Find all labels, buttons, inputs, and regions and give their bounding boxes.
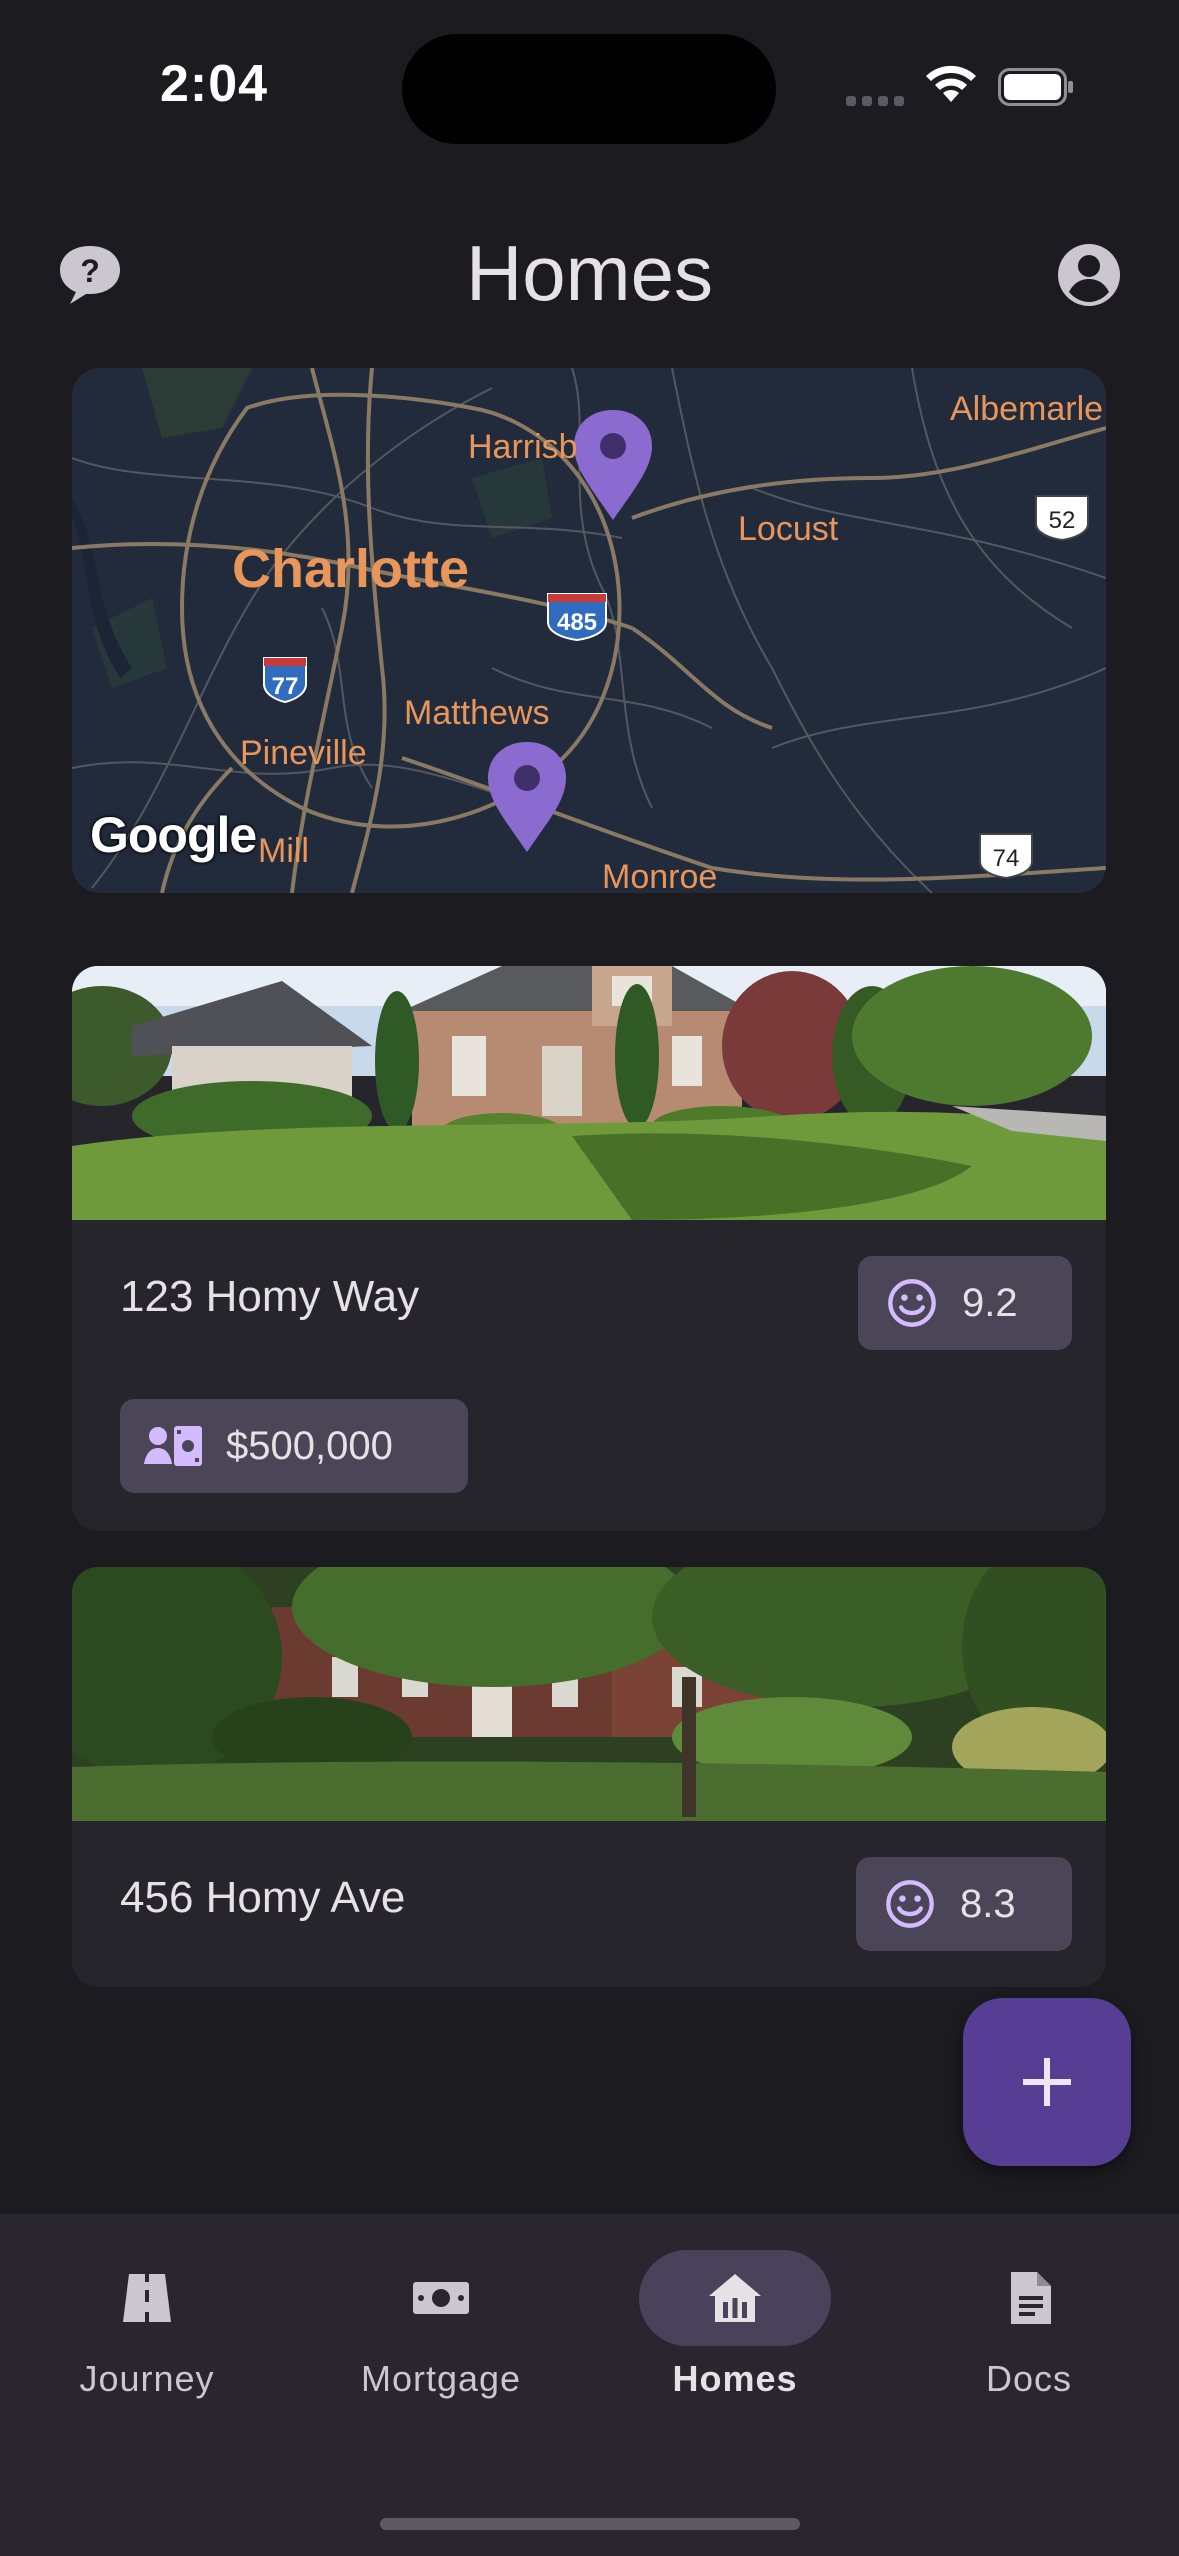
bottom-navigation: Journey Mortgage Homes Docs	[0, 2214, 1179, 2556]
map-label-locust: Locust	[738, 510, 839, 548]
smiley-icon	[888, 1279, 936, 1327]
home-score-chip[interactable]: 8.3	[856, 1857, 1072, 1951]
route-52-label: 52	[1049, 507, 1076, 534]
wifi-icon	[926, 65, 976, 102]
nav-active-indicator	[639, 2250, 831, 2346]
nav-item-journey[interactable]: Journey	[0, 2214, 294, 2414]
add-home-button[interactable]	[963, 1998, 1131, 2166]
home-address: 456 Homy Ave	[120, 1873, 406, 1922]
home-score: 9.2	[962, 1280, 1018, 1325]
profile-icon[interactable]	[1056, 242, 1122, 308]
home-photo-2	[72, 1567, 1106, 1821]
nav-item-docs[interactable]: Docs	[882, 2214, 1176, 2414]
banknote-icon	[413, 2282, 469, 2314]
home-score: 8.3	[960, 1881, 1016, 1926]
home-indicator[interactable]	[380, 2518, 800, 2530]
nav-item-homes[interactable]: Homes	[588, 2214, 882, 2414]
map-label-monroe: Monroe	[602, 858, 718, 893]
page-title: Homes	[465, 229, 714, 317]
status-time: 2:04	[160, 55, 269, 113]
route-485-label: 485	[557, 609, 597, 636]
home-icon	[709, 2274, 761, 2322]
homes-map[interactable]: 485 77 52 74 Harrisb Albemarle Locust Ch…	[72, 368, 1106, 893]
smiley-icon	[886, 1880, 934, 1928]
map-label-pineville: Pineville	[240, 734, 367, 772]
map-label-charlotte: Charlotte	[232, 539, 470, 599]
nav-label-docs: Docs	[985, 2358, 1073, 2399]
nav-label-journey: Journey	[79, 2358, 215, 2399]
nav-label-homes: Homes	[672, 2358, 798, 2399]
home-score-chip[interactable]: 9.2	[858, 1256, 1072, 1350]
battery-icon	[998, 68, 1073, 106]
map-label-mill: Mill	[258, 832, 309, 870]
dynamic-island	[402, 34, 776, 144]
map-label-matthews: Matthews	[404, 694, 550, 732]
nav-label-mortgage: Mortgage	[360, 2358, 522, 2399]
cellular-signal-icon	[846, 96, 906, 106]
route-74-label: 74	[993, 845, 1020, 872]
home-card-1[interactable]: 123 Homy Way 9.2 $500,000	[72, 966, 1106, 1531]
home-card-2[interactable]: 456 Homy Ave 8.3	[72, 1567, 1106, 1987]
map-label-albemarle: Albemarle	[950, 390, 1104, 428]
document-icon	[1011, 2272, 1051, 2324]
home-photo-1	[72, 966, 1106, 1220]
map-label-harrisburg: Harrisb	[468, 428, 578, 466]
home-price: $500,000	[226, 1423, 393, 1468]
contact-money-icon	[144, 1426, 202, 1466]
road-icon	[123, 2274, 171, 2322]
nav-item-mortgage[interactable]: Mortgage	[294, 2214, 588, 2414]
home-price-chip[interactable]: $500,000	[120, 1399, 468, 1493]
google-logo: Google	[90, 807, 257, 863]
plus-icon	[1023, 2058, 1071, 2106]
route-77-label: 77	[272, 673, 299, 700]
home-address: 123 Homy Way	[120, 1272, 420, 1321]
